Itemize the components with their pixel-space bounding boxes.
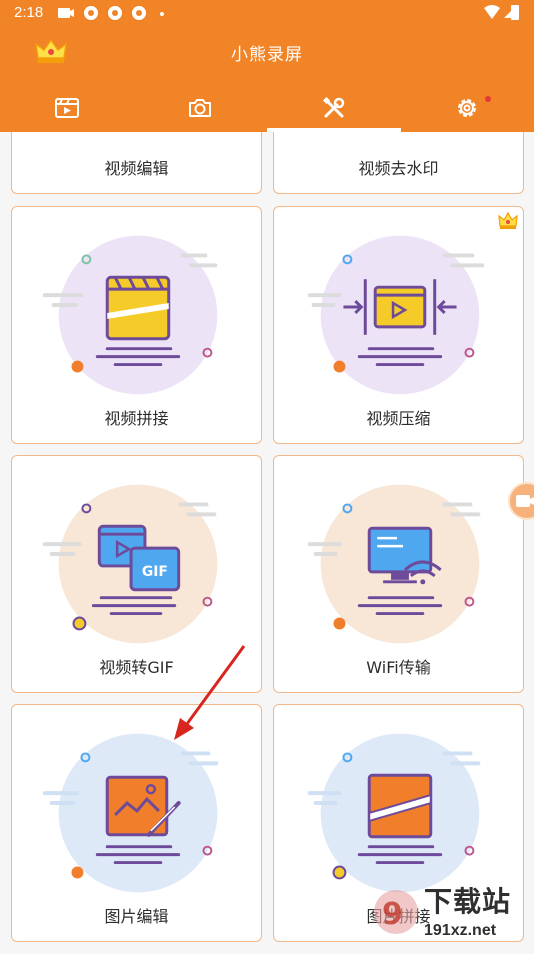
- tool-label: WiFi传输: [274, 654, 523, 678]
- watermark: 9 下载站 191xz.net: [370, 878, 534, 950]
- battery-icon: [511, 5, 519, 20]
- watermark-title: 下载站: [424, 880, 511, 920]
- tool-card-video-to-gif[interactable]: GIF 视频转GIF: [11, 455, 262, 693]
- tool-label: 视频编辑: [12, 155, 261, 179]
- watermark-url: 191xz.net: [424, 922, 496, 940]
- tool-label: 视频去水印: [274, 155, 523, 179]
- app-title: 小熊录屏: [0, 40, 534, 65]
- watermark-logo: 9: [370, 878, 426, 950]
- wifi-transfer-illustration: [274, 474, 523, 644]
- tools-tab-icon: [321, 95, 347, 121]
- tool-card-image-edit[interactable]: 图片编辑: [11, 704, 262, 942]
- tool-card-wifi-transfer[interactable]: WiFi传输: [273, 455, 524, 693]
- tool-label: 视频拼接: [12, 405, 261, 429]
- tool-card-video-merge[interactable]: 视频拼接: [11, 206, 262, 444]
- camera-tab-icon: [187, 95, 213, 121]
- status-bar: 2:18: [0, 0, 534, 26]
- image-merge-illustration: [274, 723, 523, 893]
- app-bar: 小熊录屏: [0, 26, 534, 132]
- svg-text:9: 9: [382, 897, 403, 932]
- system-icons: [484, 4, 520, 22]
- tools-grid[interactable]: 视频编辑 视频去水印: [0, 132, 534, 950]
- notification-icons: [58, 5, 168, 21]
- tool-card-remove-watermark[interactable]: 视频去水印: [273, 132, 524, 194]
- tab-settings[interactable]: [401, 84, 534, 132]
- video-to-gif-illustration: GIF: [12, 474, 261, 644]
- tool-card-video-edit[interactable]: 视频编辑: [11, 132, 262, 194]
- floating-record-button[interactable]: [508, 482, 534, 520]
- tool-label: 视频压缩: [274, 405, 523, 429]
- image-edit-illustration: [12, 723, 261, 893]
- tab-videos[interactable]: [0, 84, 134, 132]
- video-compress-illustration: [274, 225, 523, 395]
- tool-label: 图片编辑: [12, 903, 261, 927]
- settings-tab-icon: [454, 95, 480, 121]
- notification-dot: [485, 96, 491, 102]
- tool-label: 视频转GIF: [12, 654, 261, 678]
- camera-record-icon: [510, 484, 534, 518]
- tab-bar: [0, 84, 534, 132]
- video-merge-illustration: [12, 225, 261, 395]
- tab-tools[interactable]: [267, 84, 401, 132]
- tab-camera[interactable]: [134, 84, 268, 132]
- video-tab-icon: [54, 95, 80, 121]
- wifi-icon: [484, 5, 500, 19]
- tool-card-video-compress[interactable]: 视频压缩: [273, 206, 524, 444]
- gif-text: GIF: [142, 564, 168, 580]
- status-time: 2:18: [14, 4, 43, 21]
